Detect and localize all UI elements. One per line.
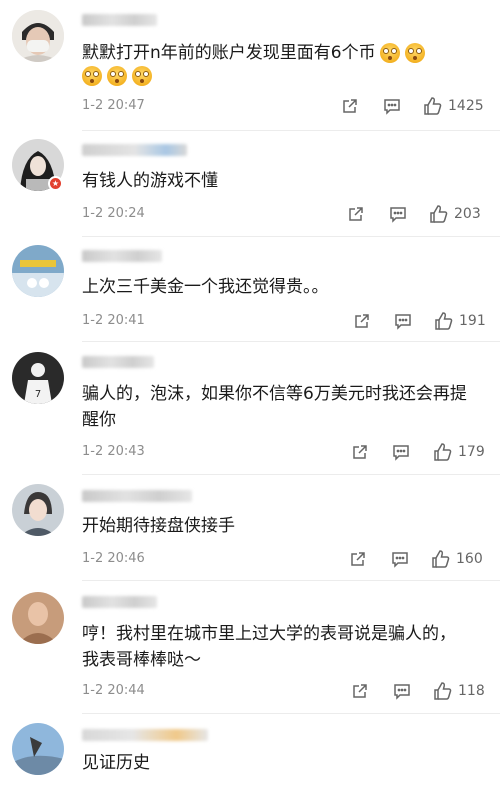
- comment-icon[interactable]: [391, 442, 411, 462]
- thumbs-up-icon[interactable]: [432, 680, 454, 702]
- share-icon[interactable]: [340, 96, 360, 116]
- comment-icon[interactable]: [392, 681, 412, 701]
- divider: [82, 236, 500, 237]
- share-icon[interactable]: [350, 442, 370, 462]
- like-count: 191: [459, 313, 486, 329]
- share-icon[interactable]: [348, 549, 368, 569]
- comment-text: 有钱人的游戏不懂: [82, 171, 218, 191]
- comment-text: 见证历史: [82, 753, 150, 773]
- like-count: 1425: [448, 98, 484, 114]
- comment-text: 哼！我村里在城市里上过大学的表哥说是骗人的，我表哥棒棒哒～: [82, 624, 456, 670]
- flushed-face-emoji: [404, 43, 425, 63]
- avatar[interactable]: [12, 723, 64, 775]
- comment-icon[interactable]: [390, 549, 410, 569]
- thumbs-up-icon[interactable]: [433, 310, 455, 332]
- comment-time: 1-2 20:43: [82, 444, 145, 459]
- avatar[interactable]: [12, 484, 64, 536]
- divider: [82, 474, 500, 475]
- comment-time: 1-2 20:47: [82, 98, 145, 113]
- username-blurred[interactable]: [82, 729, 208, 741]
- comment-time: 1-2 20:24: [82, 206, 145, 221]
- flushed-face-emoji: [132, 65, 152, 86]
- flushed-face-emoji: [107, 65, 127, 86]
- thumbs-up-icon[interactable]: [428, 203, 450, 225]
- comment-text: 开始期待接盘侠接手: [82, 516, 235, 536]
- avatar[interactable]: [12, 592, 64, 644]
- share-icon[interactable]: [346, 204, 366, 224]
- username-blurred[interactable]: [82, 14, 157, 26]
- username-blurred[interactable]: [82, 144, 187, 156]
- username-blurred[interactable]: [82, 356, 154, 368]
- avatar[interactable]: 7: [12, 352, 64, 404]
- avatar[interactable]: [12, 10, 64, 62]
- comment-time: 1-2 20:41: [82, 313, 145, 328]
- flushed-face-emoji: [82, 65, 102, 86]
- thumbs-up-icon[interactable]: [432, 441, 454, 463]
- thumbs-up-icon[interactable]: [422, 95, 444, 117]
- comment-text: 上次三千美金一个我还觉得贵。。: [82, 277, 329, 297]
- like-count: 118: [458, 683, 485, 699]
- flushed-face-emoji: [379, 43, 400, 63]
- comment-icon[interactable]: [393, 311, 413, 331]
- comment-text: 默默打开n年前的账户发现里面有6个币: [82, 40, 482, 66]
- divider: [82, 713, 500, 714]
- share-icon[interactable]: [350, 681, 370, 701]
- like-count: 160: [456, 551, 483, 567]
- svg-text:7: 7: [35, 389, 41, 400]
- comment-time: 1-2 20:46: [82, 551, 145, 566]
- divider: [82, 341, 500, 342]
- verified-badge-icon: ★: [48, 176, 63, 191]
- like-count: 179: [458, 444, 485, 460]
- username-blurred[interactable]: [82, 490, 192, 502]
- thumbs-up-icon[interactable]: [430, 548, 452, 570]
- divider: [82, 130, 500, 131]
- emoji-row: [82, 65, 157, 86]
- username-blurred[interactable]: [82, 596, 157, 608]
- like-count: 203: [454, 206, 481, 222]
- comment-icon[interactable]: [388, 204, 408, 224]
- comment-text: 骗人的，泡沫，如果你不信等6万美元时我还会再提醒你: [82, 384, 467, 430]
- share-icon[interactable]: [352, 311, 372, 331]
- comment-time: 1-2 20:44: [82, 683, 145, 698]
- comment-icon[interactable]: [382, 96, 402, 116]
- divider: [82, 580, 500, 581]
- username-blurred[interactable]: [82, 250, 162, 262]
- avatar[interactable]: [12, 245, 64, 297]
